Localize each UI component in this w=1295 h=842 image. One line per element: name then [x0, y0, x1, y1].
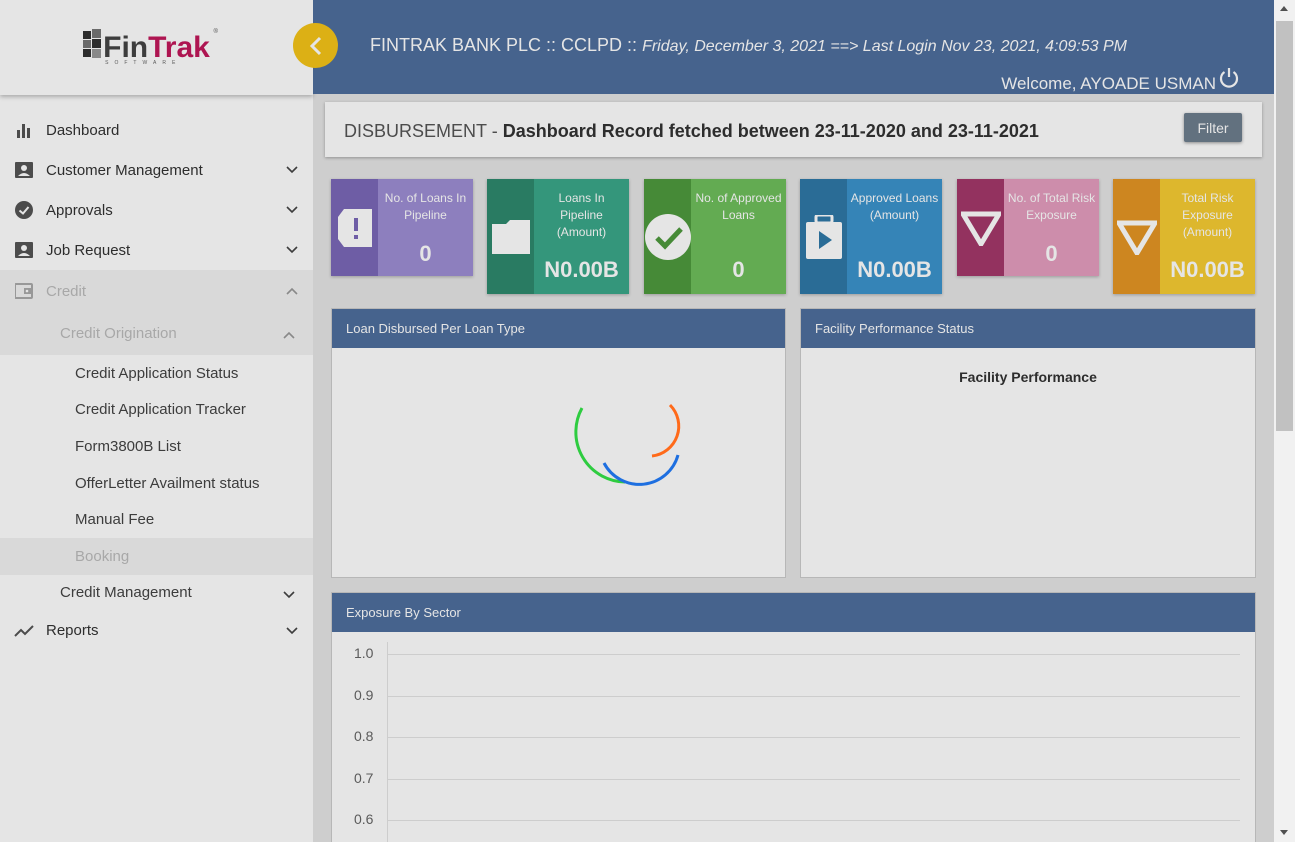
scroll-down-arrow-icon[interactable] — [1280, 830, 1288, 835]
scroll-thumb[interactable] — [1276, 21, 1293, 431]
page-scrollbar[interactable] — [1274, 0, 1295, 842]
scroll-up-arrow-icon[interactable] — [1280, 6, 1288, 11]
loading-spinner-icon — [574, 403, 681, 486]
